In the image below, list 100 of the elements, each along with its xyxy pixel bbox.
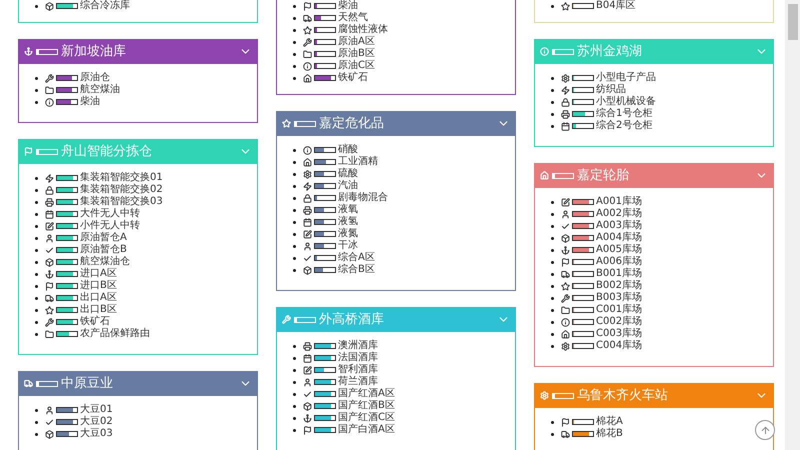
lightning-icon xyxy=(561,86,570,94)
item-label[interactable]: 原油暂仓A xyxy=(80,232,127,244)
bullet-icon xyxy=(551,420,554,424)
bullet-icon xyxy=(551,272,554,276)
flag-icon xyxy=(561,418,570,426)
item-label[interactable]: 原油仓 xyxy=(80,72,110,84)
item-label[interactable]: 铁矿石 xyxy=(80,316,110,328)
folder-icon xyxy=(45,330,54,338)
item-label[interactable]: 剧毒物混合 xyxy=(338,192,388,204)
item-label[interactable]: 大豆03 xyxy=(80,428,113,440)
item-label[interactable]: C002库场 xyxy=(596,316,642,328)
item-label[interactable]: 法国酒库 xyxy=(338,352,378,364)
item-label[interactable]: C004库场 xyxy=(596,340,642,352)
item-label[interactable]: B002库场 xyxy=(596,280,642,292)
item-label[interactable]: 大豆02 xyxy=(80,416,113,428)
item-label[interactable]: 综合2号仓柜 xyxy=(596,120,652,132)
bullet-icon xyxy=(551,432,554,436)
item-label[interactable]: 液氢 xyxy=(338,216,358,228)
item-label[interactable]: 小型电子产品 xyxy=(596,72,656,84)
item-label[interactable]: 大件无人中转 xyxy=(80,208,140,220)
item-label[interactable]: 硝酸 xyxy=(338,144,358,156)
item-label[interactable]: 航空煤油 xyxy=(80,84,120,96)
item-label[interactable]: 工业酒精 xyxy=(338,156,378,168)
bullet-icon xyxy=(551,260,554,264)
item-label[interactable]: 原油A区 xyxy=(338,36,375,48)
flag-icon xyxy=(303,426,312,434)
card-header[interactable]: 中原豆业 xyxy=(18,371,258,396)
item-label[interactable]: A004库场 xyxy=(596,232,642,244)
item-label[interactable]: 澳洲酒库 xyxy=(338,340,378,352)
item-label[interactable]: 集装箱智能交换03 xyxy=(80,196,163,208)
item-label[interactable]: 棉花B xyxy=(596,428,623,440)
item-label[interactable]: 国产红酒C区 xyxy=(338,412,395,424)
edit-icon xyxy=(303,230,312,238)
item-label[interactable]: 液氮 xyxy=(338,228,358,240)
item-label[interactable]: 航空煤油仓 xyxy=(80,256,130,268)
item-label[interactable]: A001库场 xyxy=(596,196,642,208)
item-label[interactable]: 国产红酒A区 xyxy=(338,388,395,400)
card-header[interactable]: 嘉定危化品 xyxy=(276,111,516,136)
folder-icon xyxy=(303,50,312,58)
item-label[interactable]: A002库场 xyxy=(596,208,642,220)
item-label[interactable]: 小型机械设备 xyxy=(596,96,656,108)
calendar-icon xyxy=(303,354,312,362)
item-label[interactable]: 铁矿石 xyxy=(338,72,368,84)
item-label[interactable]: 原油B区 xyxy=(338,48,375,60)
bullet-icon xyxy=(293,368,296,372)
bullet-icon xyxy=(293,344,296,348)
item-label[interactable]: 天然气 xyxy=(338,12,368,24)
item-label[interactable]: 柴油 xyxy=(338,0,358,12)
item-label[interactable]: A006库场 xyxy=(596,256,642,268)
bullet-icon xyxy=(293,392,296,396)
item-label[interactable]: 综合1号仓柜 xyxy=(596,108,652,120)
card-header[interactable]: 新加坡油库 xyxy=(18,39,258,64)
item-label[interactable]: 智利酒库 xyxy=(338,364,378,376)
gear-icon xyxy=(540,391,549,400)
item-label[interactable]: 硫酸 xyxy=(338,168,358,180)
lightning-icon xyxy=(45,174,54,182)
item-label[interactable]: 大豆01 xyxy=(80,404,113,416)
item-label[interactable]: 液氧 xyxy=(338,204,358,216)
item-label[interactable]: B003库场 xyxy=(596,292,642,304)
item-label[interactable]: 出口A区 xyxy=(80,292,117,304)
item-label[interactable]: 原油C区 xyxy=(338,60,375,72)
item-label[interactable]: 进口A区 xyxy=(80,268,117,280)
item-label[interactable]: 柴油 xyxy=(80,96,100,108)
item-label[interactable]: 棉花A xyxy=(596,416,623,428)
item-label[interactable]: A005库场 xyxy=(596,244,642,256)
item-label[interactable]: 进口B区 xyxy=(80,280,117,292)
bullet-icon xyxy=(293,404,296,408)
item-label[interactable]: 综合A区 xyxy=(338,252,375,264)
bullet-icon xyxy=(551,112,554,116)
item-label[interactable]: 集装箱智能交换02 xyxy=(80,184,163,196)
scrollbar-thumb[interactable] xyxy=(788,4,798,40)
item-label[interactable]: A003库场 xyxy=(596,220,642,232)
item-label[interactable]: 综合B区 xyxy=(338,264,375,276)
item-label[interactable]: C001库场 xyxy=(596,304,642,316)
card-title: 乌鲁木齐火车站 xyxy=(577,386,668,405)
box-icon xyxy=(45,430,54,438)
wrench-icon xyxy=(45,74,54,82)
box-icon xyxy=(45,258,54,266)
item-label[interactable]: 国产红酒B区 xyxy=(338,400,395,412)
item-label[interactable]: C003库场 xyxy=(596,328,642,340)
info-icon xyxy=(45,98,54,106)
item-label[interactable]: 农产品保鲜路由 xyxy=(80,328,150,340)
item-label[interactable]: 纺织品 xyxy=(596,84,626,96)
item-label[interactable]: 原油暂仓B xyxy=(80,244,127,256)
lock-icon xyxy=(561,98,570,106)
scrollbar[interactable] xyxy=(785,0,800,450)
item-label[interactable]: 干冰 xyxy=(338,240,358,252)
item-label[interactable]: B001库场 xyxy=(596,268,642,280)
item-label[interactable]: 国产白酒A区 xyxy=(338,424,395,436)
item-label[interactable]: 出口B区 xyxy=(80,304,117,316)
item-label[interactable]: 集装箱智能交换01 xyxy=(80,172,163,184)
item-label[interactable]: 汽油 xyxy=(338,180,358,192)
info-icon xyxy=(303,62,312,70)
item-label[interactable]: 荷兰酒库 xyxy=(338,376,378,388)
item-label[interactable]: 小件无人中转 xyxy=(80,220,140,232)
bullet-icon xyxy=(35,224,38,228)
bullet-icon xyxy=(293,416,296,420)
bullet-icon xyxy=(293,244,296,248)
check-icon xyxy=(303,390,312,398)
item-label[interactable]: 腐蚀性液体 xyxy=(338,24,388,36)
